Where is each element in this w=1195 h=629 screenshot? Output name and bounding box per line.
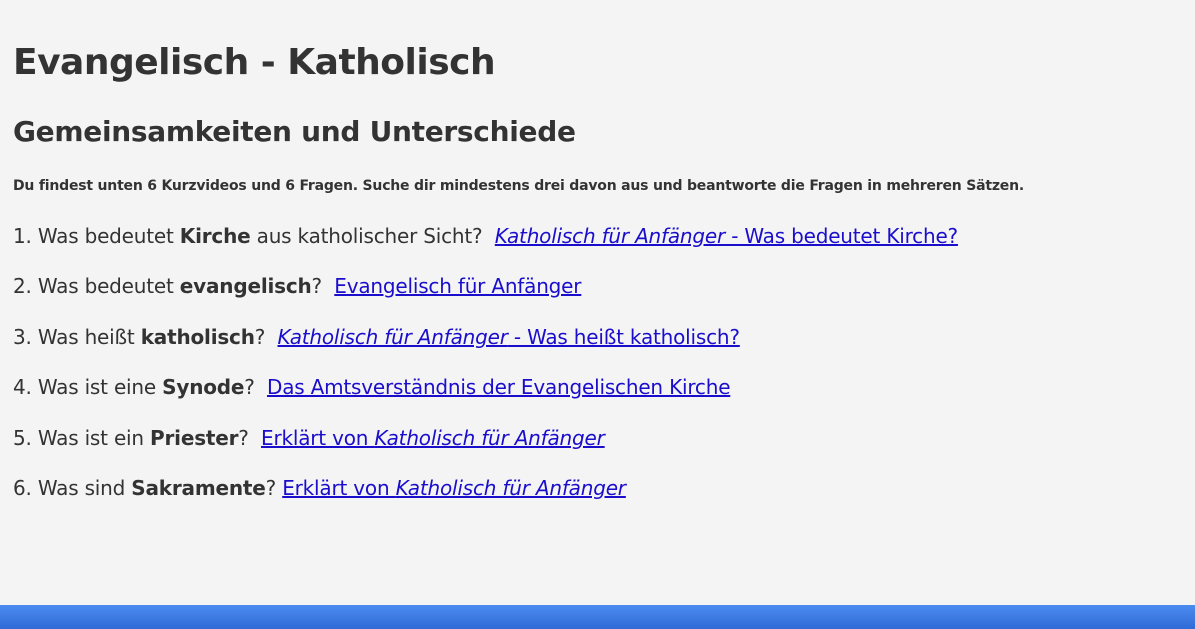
question-4-suffix: ? (244, 375, 255, 399)
question-6-suffix: ? (265, 476, 277, 500)
question-1: 1. Was bedeutet Kirche aus katholischer … (13, 223, 958, 249)
question-5-suffix: ? (238, 426, 249, 450)
question-6-video-link[interactable]: Erklärt von Katholisch für Anfänger (282, 476, 626, 500)
question-3-link-rest: - Was heißt katholisch? (507, 325, 740, 349)
question-6: 6. Was sind Sakramente? Erklärt von Kath… (13, 475, 626, 501)
question-6-link-prefix: Erklärt von (282, 476, 396, 500)
page-subtitle: Gemeinsamkeiten und Unterschiede (13, 115, 576, 148)
question-1-prefix: 1. Was bedeutet (13, 224, 180, 248)
question-3-keyword: katholisch (140, 325, 255, 349)
question-4: 4. Was ist eine Synode? Das Amtsverständ… (13, 374, 730, 400)
question-5: 5. Was ist ein Priester? Erklärt von Kat… (13, 425, 605, 451)
question-2-video-link[interactable]: Evangelisch für Anfänger (334, 274, 581, 298)
question-6-link-italic: Katholisch für Anfänger (395, 476, 626, 500)
question-4-keyword: Synode (162, 375, 245, 399)
page-title: Evangelisch - Katholisch (13, 42, 496, 83)
question-2-keyword: evangelisch (179, 274, 312, 298)
bottom-bar (0, 605, 1195, 629)
question-3-link-italic: Katholisch für Anfänger (277, 325, 508, 349)
question-4-prefix: 4. Was ist eine (13, 375, 163, 399)
question-5-prefix: 5. Was ist ein (13, 426, 151, 450)
question-5-keyword: Priester (150, 426, 239, 450)
question-5-video-link[interactable]: Erklärt von Katholisch für Anfänger (261, 426, 605, 450)
intro-text: Du findest unten 6 Kurzvideos und 6 Frag… (13, 178, 1024, 194)
question-6-prefix: 6. Was sind (13, 476, 132, 500)
question-5-link-italic: Katholisch für Anfänger (374, 426, 605, 450)
question-3: 3. Was heißt katholisch? Katholisch für … (13, 324, 740, 350)
question-4-video-link[interactable]: Das Amtsverständnis der Evangelischen Ki… (267, 375, 730, 399)
question-1-keyword: Kirche (179, 224, 251, 248)
question-5-link-prefix: Erklärt von (261, 426, 375, 450)
question-1-link-rest: - Was bedeutet Kirche? (725, 224, 958, 248)
question-1-video-link[interactable]: Katholisch für Anfänger - Was bedeutet K… (495, 224, 958, 248)
question-3-prefix: 3. Was heißt (13, 325, 141, 349)
question-1-link-italic: Katholisch für Anfänger (494, 224, 726, 248)
question-1-suffix: aus katholischer Sicht? (250, 224, 483, 248)
question-3-suffix: ? (254, 325, 266, 349)
question-2-suffix: ? (311, 274, 323, 298)
question-2-prefix: 2. Was bedeutet (13, 274, 180, 298)
question-3-video-link[interactable]: Katholisch für Anfänger - Was heißt kath… (278, 325, 740, 349)
question-6-keyword: Sakramente (131, 476, 266, 500)
question-2: 2. Was bedeutet evangelisch? Evangelisch… (13, 273, 582, 299)
